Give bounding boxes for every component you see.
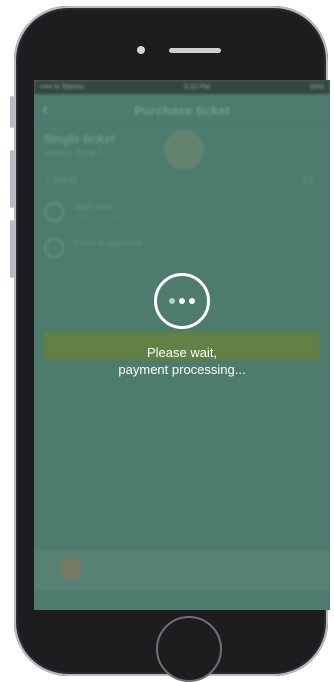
loading-message: Please wait, payment processing... [34,344,330,378]
loading-line-2: payment processing... [118,362,246,377]
spinner-dot [179,298,185,304]
front-camera [137,46,145,54]
volume-down-button [10,220,14,278]
home-button[interactable] [156,616,222,682]
earpiece-speaker [169,48,221,53]
loading-line-1: Please wait, [146,345,218,360]
spinner-dot [189,298,195,304]
mute-switch [10,96,14,128]
spinner-dot [169,298,175,304]
phone-screen: ••••• N Telenor 5:22 PM 93% ‹ Purchase t… [34,80,330,610]
volume-up-button [10,150,14,208]
loading-spinner-icon [154,273,210,329]
